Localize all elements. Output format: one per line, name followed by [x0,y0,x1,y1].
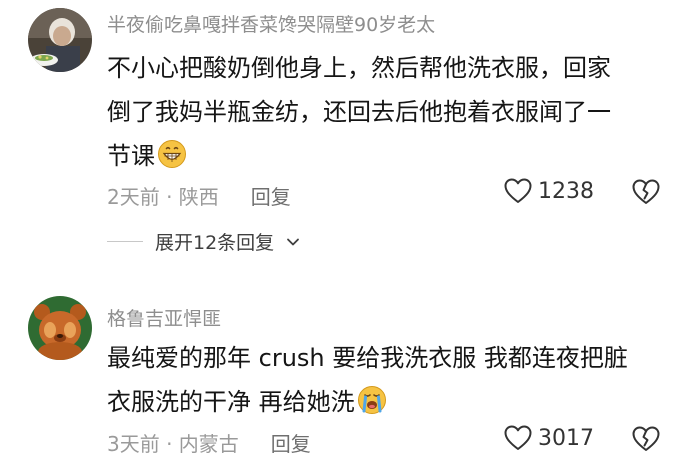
avatar[interactable] [28,296,92,360]
cartoon-bear-avatar-image [28,296,92,360]
chevron-down-icon [287,238,300,245]
like-button[interactable]: 3017 [504,425,594,451]
avatar[interactable] [28,8,92,72]
comment-text-line: 衣服洗的干净 再给她洗 [107,380,667,429]
like-button[interactable]: 1238 [504,178,594,204]
username[interactable]: 格鲁吉亚悍匪 [107,304,221,331]
timestamp-location: 2天前 · 陕西 [107,185,219,209]
grinning-face-emoji-icon [157,139,187,183]
timestamp-location: 3天前 · 内蒙古 [107,432,239,456]
reply-button[interactable]: 回复 [251,185,291,209]
username[interactable]: 半夜偷吃鼻嘎拌香菜馋哭隔壁90岁老太 [107,10,435,37]
comment-item: 半夜偷吃鼻嘎拌香菜馋哭隔壁90岁老太 不小心把酸奶倒他身上，然后帮他洗衣服，回家… [0,0,690,254]
comment-meta: 2天前 · 陕西 回复 [107,181,291,210]
comment-text-line: 不小心把酸奶倒他身上，然后帮他洗衣服，回家 [107,54,611,82]
comment-meta: 3天前 · 内蒙古 回复 [107,428,311,457]
elderly-woman-avatar-image [28,8,92,72]
dislike-button[interactable] [632,426,660,456]
comment-text-line: 最纯爱的那年 crush 要给我洗衣服 我都连夜把脏 [107,344,628,372]
heart-outline-icon [504,425,532,450]
comment-item: 格鲁吉亚悍匪 最纯爱的那年 crush 要给我洗衣服 我都连夜把脏 衣服洗的干净… [0,296,690,472]
loudly-crying-face-emoji-icon [357,385,387,429]
comment-text: 最纯爱的那年 crush 要给我洗衣服 我都连夜把脏 衣服洗的干净 再给她洗 [107,336,667,429]
broken-heart-icon [632,179,660,204]
like-count: 3017 [538,425,594,451]
dislike-button[interactable] [632,179,660,209]
comment-text-segment: 节课 [107,142,155,170]
heart-outline-icon [504,178,532,203]
broken-heart-icon [632,426,660,451]
comment-text-line: 节课 [107,134,667,183]
like-count: 1238 [538,178,594,204]
reply-button[interactable]: 回复 [271,432,311,456]
comment-text-segment: 衣服洗的干净 再给她洗 [107,388,355,416]
comment-text-line: 倒了我妈半瓶金纺，还回去后他抱着衣服闻了一 [107,98,611,126]
expand-replies-button[interactable]: 展开12条回复 [107,228,300,255]
expand-replies-label: 展开12条回复 [155,232,275,254]
divider-line [107,241,143,242]
comment-text: 不小心把酸奶倒他身上，然后帮他洗衣服，回家 倒了我妈半瓶金纺，还回去后他抱着衣服… [107,46,667,183]
